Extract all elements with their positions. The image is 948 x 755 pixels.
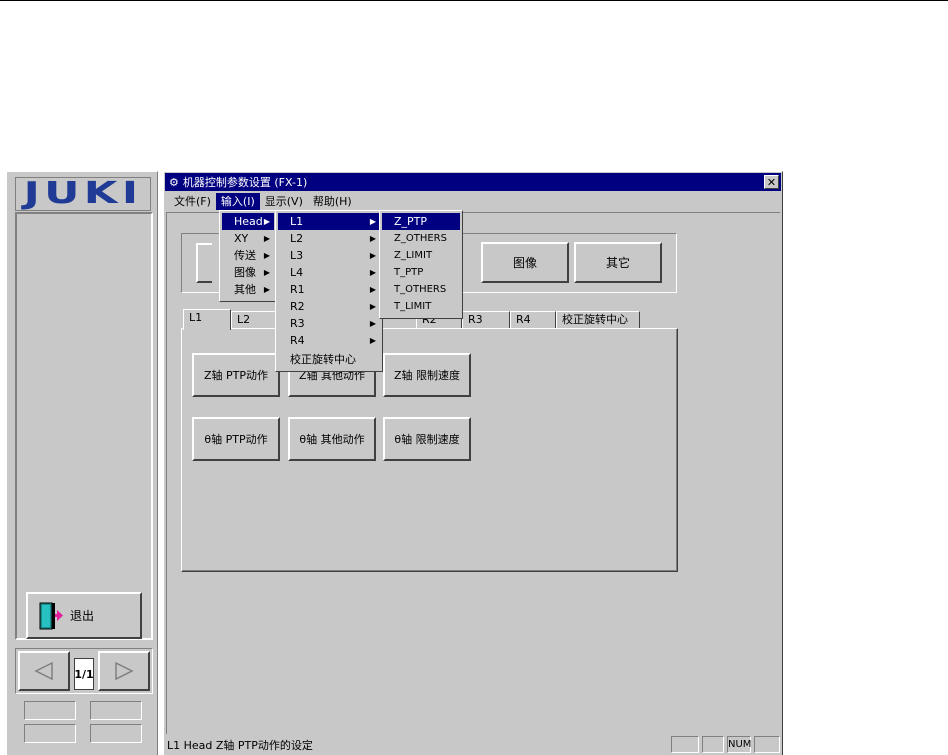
menu-item-t-ptp[interactable]: T_PTP xyxy=(382,264,460,281)
hidden-button-edge xyxy=(196,243,212,283)
gear-icon: ⚙ xyxy=(169,175,179,189)
submenu-arrow-icon: ▶ xyxy=(369,268,376,277)
tab-r4[interactable]: R4 xyxy=(510,311,556,329)
menu-item-r4-label: R4 xyxy=(290,334,305,347)
menu-item-l3[interactable]: L3 ▶ xyxy=(278,247,380,264)
prev-page-button[interactable] xyxy=(18,651,70,691)
status-text: L1 Head Z轴 PTP动作的设定 xyxy=(167,739,313,752)
window-title: 机器控制参数设置 (FX-1) xyxy=(182,176,308,189)
menu-item-l2-label: L2 xyxy=(290,232,304,245)
menu-item-r2-label: R2 xyxy=(290,300,305,313)
tab-l2[interactable]: L2 xyxy=(231,311,281,329)
submenu-arrow-icon: ▶ xyxy=(369,336,376,345)
menu-bar: 文件(F) 输入(I) 显示(V) 帮助(H) xyxy=(165,192,781,210)
menu-item-z-ptp[interactable]: Z_PTP xyxy=(382,213,460,230)
menu-item-other[interactable]: 其他 ▶ xyxy=(222,281,274,298)
menu-item-l3-label: L3 xyxy=(290,249,304,262)
status-pane xyxy=(671,736,699,753)
menu-item-l2[interactable]: L2 ▶ xyxy=(278,230,380,247)
z-ptp-button[interactable]: Z轴 PTP动作 xyxy=(192,353,280,397)
other-button[interactable]: 其它 xyxy=(574,242,662,283)
menu-item-other-label: 其他 xyxy=(234,283,256,296)
menu-item-t-others[interactable]: T_OTHERS xyxy=(382,281,460,298)
image-button[interactable]: 图像 xyxy=(481,242,569,283)
menu-view[interactable]: 显示(V) xyxy=(260,193,308,210)
z-limit-button[interactable]: Z轴 限制速度 xyxy=(383,353,471,397)
menu-item-r1[interactable]: R1 ▶ xyxy=(278,281,380,298)
input-menu: Head ▶ XY ▶ 传送 ▶ 图像 ▶ 其他 ▶ xyxy=(219,210,277,302)
menu-item-l4-label: L4 xyxy=(290,266,304,279)
menu-item-image-label: 图像 xyxy=(234,266,256,279)
menu-item-r2[interactable]: R2 ▶ xyxy=(278,298,380,315)
left-arrow-icon xyxy=(34,661,53,681)
num-indicator: NUM xyxy=(727,736,751,753)
status-cell xyxy=(24,724,76,743)
menu-item-l4[interactable]: L4 ▶ xyxy=(278,264,380,281)
submenu-arrow-icon: ▶ xyxy=(369,234,376,243)
menu-item-r3[interactable]: R3 ▶ xyxy=(278,315,380,332)
menu-item-t-limit[interactable]: T_LIMIT xyxy=(382,298,460,315)
l1-submenu: Z_PTP Z_OTHERS Z_LIMIT T_PTP T_OTHERS T_… xyxy=(379,210,463,319)
t-other-button[interactable]: θ轴 其他动作 xyxy=(288,417,376,461)
exit-button[interactable]: 退出 xyxy=(26,592,142,639)
menu-help[interactable]: 帮助(H) xyxy=(308,193,357,210)
tab-l1[interactable]: L1 xyxy=(183,309,231,330)
exit-label: 退出 xyxy=(70,609,95,623)
t-limit-button[interactable]: θ轴 限制速度 xyxy=(383,417,471,461)
submenu-arrow-icon: ▶ xyxy=(263,285,270,294)
close-button[interactable]: ✕ xyxy=(764,175,779,189)
menu-item-xy-label: XY xyxy=(234,232,249,245)
menu-item-transfer[interactable]: 传送 ▶ xyxy=(222,247,274,264)
next-page-button[interactable] xyxy=(98,651,150,691)
menu-item-r1-label: R1 xyxy=(290,283,305,296)
menu-item-calibrate-label: 校正旋转中心 xyxy=(290,353,356,366)
submenu-arrow-icon: ▶ xyxy=(263,234,270,243)
menu-item-image[interactable]: 图像 ▶ xyxy=(222,264,274,281)
t-ptp-button[interactable]: θ轴 PTP动作 xyxy=(192,417,280,461)
menu-item-r4[interactable]: R4 ▶ xyxy=(278,332,380,349)
menu-input[interactable]: 输入(I) xyxy=(215,192,260,210)
status-cell xyxy=(90,701,142,720)
juki-logo: JUKI xyxy=(15,177,151,211)
top-rule xyxy=(0,0,948,1)
status-pane xyxy=(754,736,780,753)
page-indicator: 1/1 xyxy=(74,658,94,690)
menu-item-l1[interactable]: L1 ▶ xyxy=(278,213,380,230)
status-cell xyxy=(90,724,142,743)
menu-item-z-limit[interactable]: Z_LIMIT xyxy=(382,247,460,264)
submenu-arrow-icon: ▶ xyxy=(369,285,376,294)
exit-door-icon xyxy=(39,602,63,629)
menu-item-xy[interactable]: XY ▶ xyxy=(222,230,274,247)
submenu-arrow-icon: ▶ xyxy=(369,217,376,226)
menu-item-transfer-label: 传送 xyxy=(234,249,256,262)
submenu-arrow-icon: ▶ xyxy=(263,268,270,277)
tab-r3[interactable]: R3 xyxy=(462,311,510,329)
submenu-arrow-icon: ▶ xyxy=(263,217,270,226)
status-pane xyxy=(702,736,724,753)
right-arrow-icon xyxy=(115,661,134,681)
tab-calibrate[interactable]: 校正旋转中心 xyxy=(556,311,640,329)
menu-item-l1-label: L1 xyxy=(290,215,304,228)
submenu-arrow-icon: ▶ xyxy=(369,302,376,311)
title-bar: ⚙ 机器控制参数设置 (FX-1) xyxy=(165,173,781,191)
left-well xyxy=(15,212,153,640)
menu-item-r3-label: R3 xyxy=(290,317,305,330)
menu-item-z-others[interactable]: Z_OTHERS xyxy=(382,230,460,247)
status-cell xyxy=(24,701,76,720)
submenu-arrow-icon: ▶ xyxy=(369,319,376,328)
logo-text: JUKI xyxy=(23,176,143,211)
menu-item-head-label: Head xyxy=(234,215,263,228)
menu-item-head[interactable]: Head ▶ xyxy=(222,213,274,230)
head-submenu: L1 ▶ L2 ▶ L3 ▶ L4 ▶ R1 ▶ R2 ▶ R3 ▶ R4 ▶ 校正旋转中心 xyxy=(275,210,383,372)
menu-file[interactable]: 文件(F) xyxy=(169,193,216,210)
submenu-arrow-icon: ▶ xyxy=(263,251,270,260)
menu-item-calibrate[interactable]: 校正旋转中心 xyxy=(278,351,380,368)
submenu-arrow-icon: ▶ xyxy=(369,251,376,260)
